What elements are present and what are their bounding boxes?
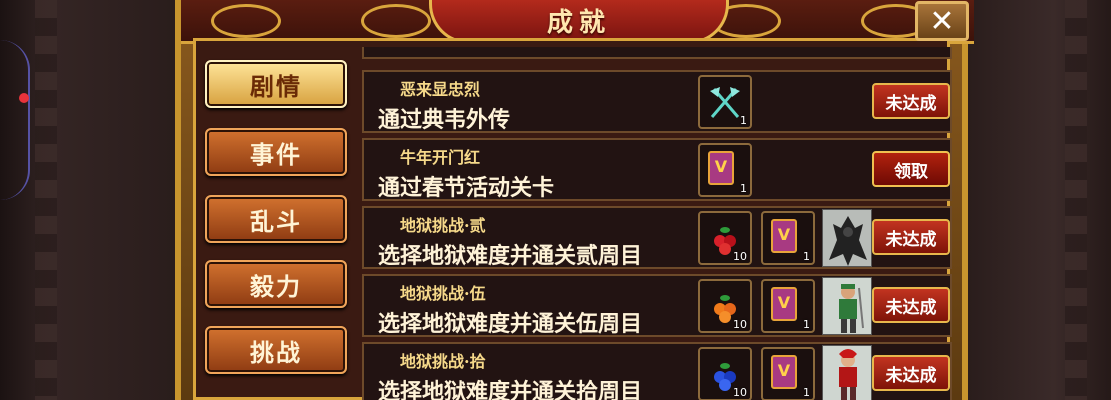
not-achieved-button[interactable]: 未达成	[872, 219, 950, 255]
tab-story[interactable]: 剧情	[205, 60, 347, 108]
achievement-title: 地狱挑战·贰	[400, 216, 486, 235]
window-title: 成就	[546, 8, 611, 38]
achievement-description: 通过典韦外传	[378, 107, 511, 133]
achievement-description: 选择地狱难度并通关伍周目	[378, 311, 643, 337]
title-ornament-left	[211, 4, 281, 38]
close-icon: ✕	[929, 3, 955, 39]
purple-book-icon: V	[771, 219, 797, 253]
reward-item[interactable]: V 1	[698, 143, 752, 197]
reward-count: 1	[803, 386, 810, 399]
dark-demon-avatar-icon[interactable]	[822, 209, 872, 267]
tab-label: 毅力	[250, 272, 302, 301]
achievement-row: 地狱挑战·贰 选择地狱难度并通关贰周目 10 V 1 未达成	[362, 206, 952, 269]
achievement-description: 选择地狱难度并通关贰周目	[378, 243, 643, 269]
achievement-list[interactable]: 恶来显忠烈 通过典韦外传 1 未达成 牛年开门红 通过春节活动关卡 V 1 领取…	[362, 60, 954, 400]
background-pillar-left	[35, 0, 57, 400]
tab-label: 事件	[250, 140, 302, 169]
tab-perseverance[interactable]: 毅力	[205, 260, 347, 308]
tab-event[interactable]: 事件	[205, 128, 347, 176]
action-label: 未达成	[885, 93, 937, 114]
purple-book-icon: V	[771, 287, 797, 321]
achievement-title: 地狱挑战·伍	[400, 284, 486, 303]
reward-count: 1	[740, 114, 747, 127]
purple-book-icon: V	[771, 355, 797, 389]
list-row-partial	[362, 47, 952, 59]
achievement-title: 地狱挑战·拾	[400, 352, 486, 371]
reward-count: 10	[733, 386, 747, 399]
reward-count: 10	[733, 250, 747, 263]
red-warrior-avatar-icon[interactable]	[822, 345, 872, 400]
achievement-row: 地狱挑战·拾 选择地狱难度并通关拾周目 10 V 1 未达成	[362, 342, 952, 400]
tab-label: 乱斗	[250, 207, 302, 236]
achievement-row: 恶来显忠烈 通过典韦外传 1 未达成	[362, 70, 952, 133]
reward-count: 10	[733, 318, 747, 331]
background-right	[968, 0, 1111, 400]
reward-item[interactable]: V 1	[761, 211, 815, 265]
title-ornament-left-inner	[361, 4, 431, 38]
action-label: 领取	[894, 161, 928, 182]
reward-item[interactable]: 10	[698, 211, 752, 265]
achievement-title: 牛年开门红	[400, 148, 481, 167]
achievement-row: 牛年开门红 通过春节活动关卡 V 1 领取	[362, 138, 952, 201]
crossed-axes-icon	[710, 87, 740, 118]
green-warrior-avatar-icon[interactable]	[822, 277, 872, 335]
action-label: 未达成	[885, 229, 937, 250]
not-achieved-button[interactable]: 未达成	[872, 287, 950, 323]
achievement-row: 地狱挑战·伍 选择地狱难度并通关伍周目 10 V 1 未达成	[362, 274, 952, 337]
claim-button[interactable]: 领取	[872, 151, 950, 187]
tab-label: 剧情	[250, 72, 302, 101]
tab-label: 挑战	[250, 338, 302, 367]
achievement-description: 选择地狱难度并通关拾周目	[378, 379, 643, 400]
reward-count: 1	[740, 182, 747, 195]
reward-count: 1	[803, 250, 810, 263]
action-label: 未达成	[885, 297, 937, 318]
reward-item[interactable]: V 1	[761, 347, 815, 400]
reward-count: 1	[803, 318, 810, 331]
reward-item[interactable]: 10	[698, 347, 752, 400]
tab-challenge[interactable]: 挑战	[205, 326, 347, 374]
tab-brawl[interactable]: 乱斗	[205, 195, 347, 243]
purple-book-icon: V	[708, 151, 734, 185]
action-label: 未达成	[885, 365, 937, 386]
reward-item[interactable]: V 1	[761, 279, 815, 333]
edge-arc-decoration	[0, 40, 30, 200]
reward-item[interactable]: 1	[698, 75, 752, 129]
reward-item[interactable]: 10	[698, 279, 752, 333]
notification-dot	[19, 93, 29, 103]
achievement-description: 通过春节活动关卡	[378, 175, 555, 201]
achievement-title: 恶来显忠烈	[400, 80, 481, 99]
close-button[interactable]: ✕	[915, 1, 969, 41]
not-achieved-button[interactable]: 未达成	[872, 83, 950, 119]
background-pillar-right	[1065, 0, 1087, 400]
not-achieved-button[interactable]: 未达成	[872, 355, 950, 391]
